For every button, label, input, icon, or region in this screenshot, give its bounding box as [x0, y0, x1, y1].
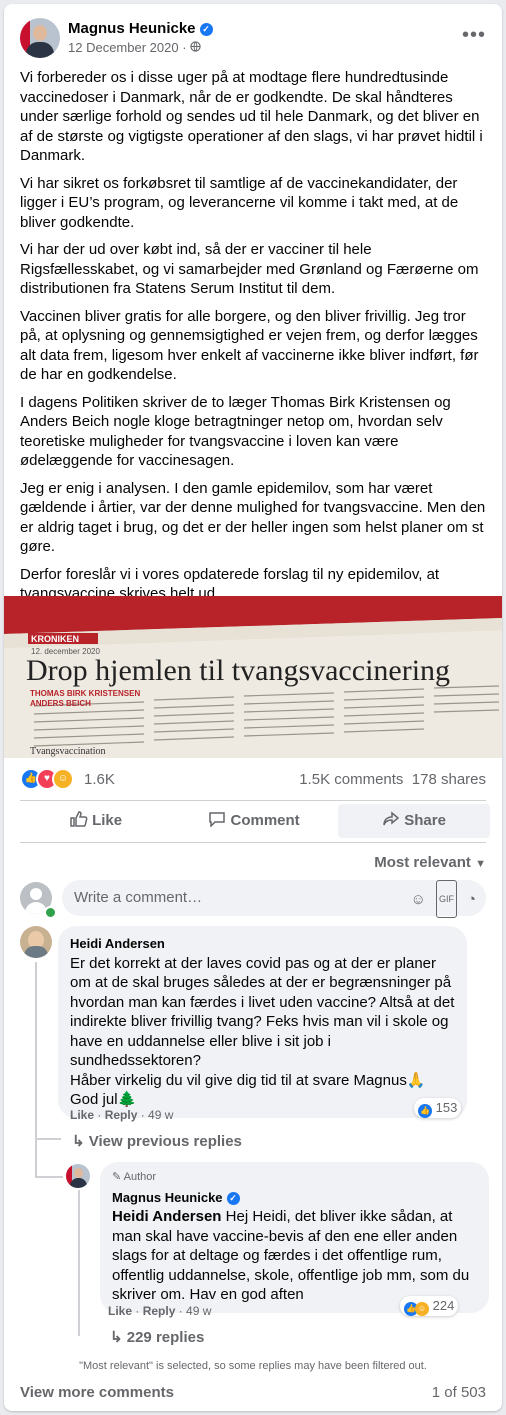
- comments-pagination: 1 of 503: [431, 1384, 486, 1401]
- comment-reaction-count: 153: [435, 1100, 458, 1115]
- share-count[interactable]: 178 shares: [412, 771, 486, 788]
- author-badge-label: Author: [123, 1171, 157, 1183]
- comment-button[interactable]: Comment: [178, 804, 330, 838]
- comment-actions: Like · Reply · 49 w: [70, 1108, 174, 1122]
- comment-text: Håber virkelig du vil give dig tid til a…: [70, 1071, 426, 1089]
- like-icon: [70, 811, 92, 829]
- comment-text: Er det korrekt at der laves covid pas og…: [70, 954, 455, 1070]
- gif-icon[interactable]: GIF: [435, 880, 457, 918]
- care-reaction-icon[interactable]: ☺: [52, 768, 74, 790]
- comment-time[interactable]: 49 w: [148, 1108, 173, 1122]
- facebook-post-card: Magnus Heunicke ✓ 12 December 2020 · ••• …: [4, 4, 502, 1411]
- reply-author-avatar[interactable]: [66, 1164, 90, 1188]
- share-button[interactable]: Share: [338, 804, 490, 838]
- comment-input[interactable]: Write a comment… ☺ GIF ◔: [62, 880, 486, 918]
- comment-label: Comment: [230, 812, 300, 829]
- thread-line: [35, 1176, 63, 1178]
- author-name-text[interactable]: Magnus Heunicke: [68, 20, 196, 37]
- photo-kicker: KRONIKEN: [31, 634, 79, 644]
- comment-count[interactable]: 1.5K comments: [299, 771, 403, 788]
- comment-sort-dropdown[interactable]: Most relevant ▼: [374, 854, 486, 871]
- author-avatar[interactable]: [20, 18, 60, 58]
- view-previous-label: View previous replies: [88, 1133, 242, 1150]
- mention-link[interactable]: Heidi Andersen: [112, 1208, 221, 1225]
- view-more-comments-link[interactable]: View more comments: [20, 1384, 174, 1401]
- pen-icon: ✎: [112, 1171, 122, 1183]
- view-replies-link[interactable]: ↳ 229 replies: [110, 1328, 204, 1346]
- thread-line: [78, 1190, 80, 1336]
- reply-arrow-icon: ↳: [72, 1133, 85, 1150]
- reply-bubble: ✎ Author Magnus Heunicke ✓ Heidi Andersen…: [100, 1162, 489, 1313]
- post-paragraph: I dagens Politiken skriver de to læger T…: [20, 393, 451, 470]
- share-label: Share: [404, 812, 446, 829]
- post-paragraph: Jeg er enig i analysen. I den gamle epid…: [20, 479, 486, 556]
- comment-placeholder: Write a comment…: [74, 889, 203, 906]
- post-date[interactable]: 12 December 2020: [68, 40, 179, 55]
- divider: [20, 842, 486, 843]
- photo-byline-1: THOMAS BIRK KRISTENSEN: [30, 689, 140, 698]
- globe-icon: [190, 40, 201, 55]
- write-comment-row: Write a comment… ☺ GIF ◔: [20, 880, 486, 919]
- newspaper-photo-svg: KRONIKEN 12. december 2020 Drop hjemlen …: [4, 596, 502, 758]
- filter-note: "Most relevant" is selected, so some rep…: [79, 1360, 427, 1372]
- comment-bubble: Heidi Andersen Er det korrekt at der lav…: [58, 926, 467, 1118]
- thread-line: [35, 962, 37, 1140]
- post-paragraph: Vi forbereder os i disse uger på at modt…: [20, 69, 483, 164]
- reply-time[interactable]: 49 w: [186, 1304, 211, 1318]
- photo-byline-2: ANDERS BEICH: [30, 699, 91, 708]
- post-meta: 12 December 2020 ·: [68, 40, 201, 55]
- reply-like-link[interactable]: Like: [108, 1304, 132, 1318]
- reply-reply-link[interactable]: Reply: [143, 1304, 176, 1318]
- post-actions: Like Comment Share: [20, 804, 490, 838]
- like-label: Like: [92, 812, 123, 829]
- thread-line: [35, 1138, 61, 1140]
- newspaper-photo[interactable]: KRONIKEN 12. december 2020 Drop hjemlen …: [4, 596, 502, 758]
- post-text: Vi forbereder os i disse uger på at modt…: [20, 68, 488, 612]
- verified-badge-icon: ✓: [199, 23, 213, 36]
- reaction-count[interactable]: 1.6K: [84, 771, 115, 788]
- author-name[interactable]: Magnus Heunicke ✓: [68, 20, 213, 37]
- post-paragraph: Vaccinen bliver gratis for alle borgere,…: [20, 307, 479, 384]
- reply-author-name-text[interactable]: Magnus Heunicke: [112, 1190, 223, 1205]
- reply-reaction-badge[interactable]: 👍 ☺ 224: [400, 1296, 459, 1316]
- reaction-summary: 👍 ♥ ☺ 1.6K 1.5K comments 178 shares: [20, 768, 486, 792]
- reply-reaction-count: 224: [432, 1298, 455, 1313]
- sticker-icon[interactable]: ◔: [467, 882, 476, 918]
- reply-actions: Like · Reply · 49 w: [108, 1304, 212, 1318]
- commenter-name[interactable]: Heidi Andersen: [70, 934, 455, 954]
- caret-down-icon: ▼: [475, 858, 486, 870]
- post-header: Magnus Heunicke ✓ 12 December 2020 · •••: [20, 18, 486, 62]
- comment-reply-link[interactable]: Reply: [105, 1108, 138, 1122]
- divider: [20, 800, 486, 801]
- post-paragraph: Vi har sikret os forkøbsret til samtlige…: [20, 174, 459, 231]
- view-previous-replies-link[interactable]: ↳ View previous replies: [72, 1132, 242, 1150]
- verified-badge-icon: ✓: [226, 1191, 240, 1205]
- reply-author-name[interactable]: Magnus Heunicke ✓: [112, 1188, 477, 1208]
- like-button[interactable]: Like: [20, 804, 172, 838]
- reply-arrow-icon: ↳: [110, 1329, 123, 1346]
- comment-input-icons: ☺ GIF ◔: [401, 880, 476, 918]
- comment-text: God jul🌲: [70, 1091, 137, 1108]
- photo-headline: Drop hjemlen til tvangsvaccinering: [26, 654, 450, 687]
- comment-like-link[interactable]: Like: [70, 1108, 94, 1122]
- meta-separator: ·: [182, 40, 187, 55]
- sort-label: Most relevant: [374, 854, 471, 871]
- like-reaction-icon: 👍: [418, 1104, 432, 1118]
- commenter-avatar[interactable]: [20, 926, 52, 958]
- comment-reaction-badge[interactable]: 👍 153: [414, 1098, 462, 1118]
- author-badge: ✎ Author: [112, 1168, 477, 1188]
- emoji-icon[interactable]: ☺: [411, 882, 426, 918]
- share-icon: [382, 811, 404, 829]
- thread-line: [35, 1140, 37, 1178]
- post-paragraph: Vi har der ud over købt ind, så der er v…: [20, 241, 479, 297]
- haha-reaction-icon: ☺: [415, 1302, 429, 1316]
- more-options-icon[interactable]: •••: [462, 24, 486, 47]
- replies-label: 229 replies: [126, 1329, 205, 1346]
- comment-icon: [208, 812, 230, 829]
- comments-shares: 1.5K comments 178 shares: [299, 771, 486, 788]
- photo-side-word: Tvangsvaccination: [30, 746, 106, 757]
- online-status-icon: [44, 906, 57, 919]
